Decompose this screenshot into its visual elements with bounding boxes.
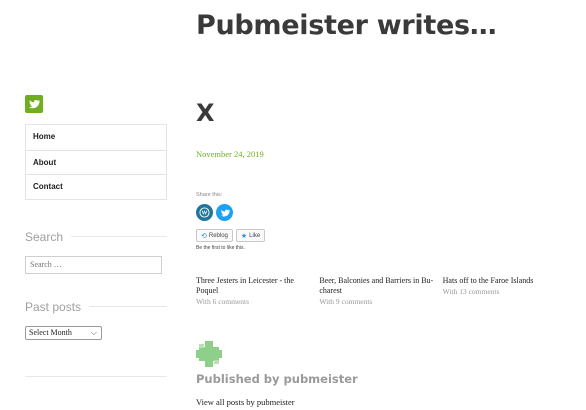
author-heading: Published by pubmeister (196, 372, 358, 386)
like-button[interactable]: ★ Like (235, 229, 266, 242)
related-post[interactable]: Three Jesters in Leicester - the Poquel … (196, 276, 319, 306)
related-post[interactable]: Hats off to the Faroe Islands With 13 co… (443, 276, 566, 306)
sidebar-nav: Home About Contact (25, 124, 167, 200)
archive-select-value: Select Month (29, 328, 72, 338)
nav-item-contact[interactable]: Contact (26, 174, 166, 199)
like-note: Be the first to like this. (196, 245, 245, 251)
related-post-meta: With 6 comments (196, 297, 250, 306)
wordpress-icon (199, 207, 210, 218)
related-post-title[interactable]: Hats off to the Faroe Islands (443, 276, 560, 286)
search-widget-title: Search (25, 229, 64, 244)
share-label: Share this: (196, 192, 223, 198)
twitter-icon (29, 99, 40, 109)
view-all-posts-link[interactable]: View all posts by pubmeister (196, 397, 295, 407)
twitter-icon (220, 209, 230, 217)
related-post-title-line: charest (319, 286, 342, 295)
like-actions: ⟲ Reblog ★ Like (196, 229, 566, 242)
related-post-meta: With 9 comments (319, 297, 373, 306)
identicon-avatar-icon (196, 341, 222, 367)
divider (71, 236, 167, 238)
divider (89, 306, 167, 308)
related-post-title-line: Poquel (196, 286, 219, 295)
like-label: Like (249, 232, 261, 239)
nav-item-about[interactable]: About (26, 149, 166, 175)
sidebar: Home About Contact Search Past posts Sel… (25, 95, 167, 377)
related-posts: Three Jesters in Leicester - the Poquel … (196, 276, 566, 306)
share-wordpress-button[interactable] (196, 204, 213, 221)
post-date[interactable]: November 24, 2019 (196, 149, 566, 159)
post-title: X (196, 99, 215, 127)
reblog-button[interactable]: ⟲ Reblog (196, 229, 233, 242)
related-post-title-line: Three Jesters in Leicester - the (196, 276, 294, 285)
past-posts-widget-title: Past posts (25, 299, 82, 314)
search-input[interactable] (25, 255, 162, 274)
archive-month-select[interactable]: Select Month ⌵ (25, 325, 102, 340)
reblog-label: Reblog (208, 232, 228, 239)
share-buttons (196, 204, 566, 221)
twitter-social-button[interactable] (25, 95, 43, 113)
site-title[interactable]: Pubmeister writes… (196, 10, 497, 41)
related-post-meta: With 13 comments (442, 287, 500, 296)
related-post-title[interactable]: Three Jesters in Leicester - the Poquel (196, 276, 313, 296)
share-twitter-button[interactable] (216, 204, 233, 221)
star-icon: ★ (240, 232, 248, 240)
chevron-down-icon: ⌵ (90, 327, 97, 337)
related-post-title-line: Hats off to the Faroe Islands (442, 276, 534, 285)
post-content: X November 24, 2019 Share this: ⟲ Reblog… (196, 95, 566, 306)
avatar[interactable] (196, 341, 222, 372)
related-post[interactable]: Beer, Balconies and Barriers in Bu- char… (319, 276, 442, 306)
related-post-title-line: Beer, Balconies and Barriers in Bu- (319, 276, 434, 285)
reblog-icon: ⟲ (201, 232, 207, 240)
divider (25, 375, 167, 377)
search-widget-header: Search (25, 230, 167, 244)
related-post-title[interactable]: Beer, Balconies and Barriers in Bu- char… (319, 276, 436, 296)
past-posts-widget-header: Past posts (25, 300, 167, 314)
nav-item-home[interactable]: Home (26, 125, 166, 150)
